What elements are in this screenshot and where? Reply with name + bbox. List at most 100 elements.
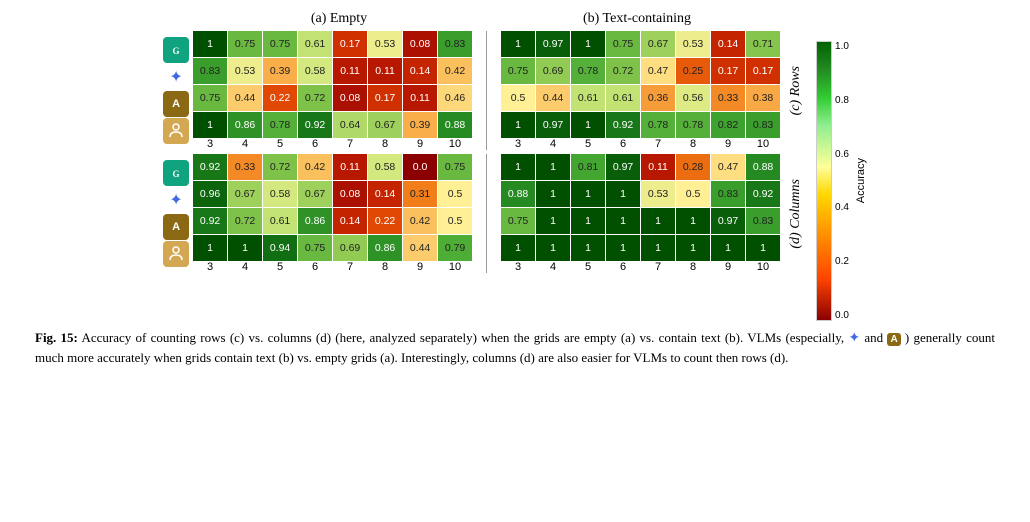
- heatmap-cell: 0.75: [438, 154, 472, 180]
- heatmap-cell: 0.97: [536, 31, 570, 57]
- heatmap-cell: 0.11: [333, 58, 367, 84]
- gemini-icon-inline: ✦: [848, 331, 860, 346]
- heatmap-cell: 0.08: [333, 85, 367, 111]
- heatmap-cell: 0.78: [676, 112, 710, 138]
- heatmap-cell: 0.86: [228, 112, 262, 138]
- heatmap-cell: 0.39: [263, 58, 297, 84]
- heatmap-cell: 0.42: [298, 154, 332, 180]
- icon-human-cols: [163, 241, 189, 267]
- heatmap-cell: 0.67: [228, 181, 262, 207]
- fig-label: Fig. 15:: [35, 330, 78, 345]
- x-axis-label: 5: [571, 138, 605, 150]
- claude-badge-inline: A: [887, 333, 900, 346]
- x-axis-label: 5: [263, 138, 297, 150]
- cols-text-heatmap: 110.810.970.110.280.470.880.881110.530.5…: [501, 154, 780, 273]
- x-axis-label: 10: [438, 138, 472, 150]
- rows-text-heatmap: 10.9710.750.670.530.140.710.750.690.780.…: [501, 31, 780, 150]
- charts-area: G ✦ A 10.750.750.610.170: [15, 31, 1015, 321]
- heatmap-cell: 0.78: [263, 112, 297, 138]
- x-axis-label: 6: [298, 261, 332, 273]
- heatmap-cell: 0.0: [403, 154, 437, 180]
- separator-cols: [486, 154, 487, 273]
- heatmap-cell: 0.14: [711, 31, 745, 57]
- heatmap-cell: 1: [536, 154, 570, 180]
- heatmap-cell: 0.11: [641, 154, 675, 180]
- heatmap-cell: 0.69: [536, 58, 570, 84]
- colorbar-labels: 1.00.80.60.40.20.0: [835, 41, 849, 321]
- x-axis-label: 9: [403, 261, 437, 273]
- heatmap-cell: 1: [606, 181, 640, 207]
- icon-chatgpt-cols: G: [163, 160, 189, 186]
- heatmap-cell: 0.61: [606, 85, 640, 111]
- heatmap-cell: 0.61: [263, 208, 297, 234]
- heatmap-cell: 0.78: [641, 112, 675, 138]
- heatmap-cell: 0.14: [403, 58, 437, 84]
- heatmap-cell: 0.96: [193, 181, 227, 207]
- heatmap-cell: 0.71: [746, 31, 780, 57]
- heatmap-cell: 0.22: [263, 85, 297, 111]
- heatmap-cell: 0.11: [368, 58, 402, 84]
- heatmap-cell: 1: [676, 208, 710, 234]
- x-axis-label: 4: [228, 138, 262, 150]
- heatmap-cell: 0.83: [438, 31, 472, 57]
- caption-text2: and: [864, 330, 887, 345]
- heatmap-cell: 1: [606, 208, 640, 234]
- heatmap-cell: 1: [501, 235, 535, 261]
- columns-section: G ✦ A 0.920.330.720.420.: [163, 154, 808, 273]
- x-axis-label: 7: [641, 261, 675, 273]
- x-axis-label: 9: [403, 138, 437, 150]
- main-container: (a) Empty (b) Text-containing G ✦: [15, 10, 1015, 367]
- heatmap-cell: 0.92: [746, 181, 780, 207]
- heatmap-cell: 0.08: [403, 31, 437, 57]
- colorbar-tick: 1.0: [835, 41, 849, 52]
- cols-icon-col: G ✦ A: [163, 160, 189, 267]
- heatmap-cell: 0.72: [263, 154, 297, 180]
- heatmap-cell: 1: [501, 112, 535, 138]
- heatmap-cell: 0.53: [641, 181, 675, 207]
- heatmap-cell: 1: [711, 235, 745, 261]
- heatmap-cell: 0.28: [676, 154, 710, 180]
- cols-empty-heatmap: 0.920.330.720.420.110.580.00.750.960.670…: [193, 154, 472, 273]
- x-axis-label: 8: [368, 138, 402, 150]
- rows-section: G ✦ A 10.750.750.610.170: [163, 31, 808, 150]
- heatmaps-section: G ✦ A 10.750.750.610.170: [163, 31, 808, 273]
- heatmap-cell: 1: [571, 181, 605, 207]
- x-axis-label: 4: [536, 138, 570, 150]
- x-axis-label: 6: [606, 138, 640, 150]
- heatmap-cell: 0.83: [746, 208, 780, 234]
- x-axis-label: 8: [368, 261, 402, 273]
- heatmap-cell: 0.44: [536, 85, 570, 111]
- heatmap-cell: 0.14: [368, 181, 402, 207]
- heatmap-cell: 0.17: [746, 58, 780, 84]
- heatmap-cell: 1: [193, 31, 227, 57]
- heatmap-cell: 0.82: [711, 112, 745, 138]
- heatmap-cell: 0.53: [368, 31, 402, 57]
- heatmap-cell: 0.92: [606, 112, 640, 138]
- heatmap-cell: 0.67: [368, 112, 402, 138]
- heatmap-cell: 0.97: [606, 154, 640, 180]
- heatmap-cell: 0.79: [438, 235, 472, 261]
- icon-human-rows: [163, 118, 189, 144]
- heatmap-cell: 0.88: [746, 154, 780, 180]
- heatmap-cell: 0.44: [403, 235, 437, 261]
- heatmap-cell: 1: [571, 235, 605, 261]
- x-axis-label: 3: [193, 138, 227, 150]
- heatmap-cell: 0.46: [438, 85, 472, 111]
- icon-chatgpt-rows: G: [163, 37, 189, 63]
- icon-gemini-rows: ✦: [163, 64, 189, 90]
- x-axis-label: 3: [193, 261, 227, 273]
- colorbar: [816, 41, 832, 321]
- heatmap-cell: 0.75: [501, 58, 535, 84]
- heatmap-cell: 0.69: [333, 235, 367, 261]
- heatmap-cell: 0.92: [193, 154, 227, 180]
- rows-text-x-labels: 345678910: [501, 138, 780, 150]
- heatmap-cell: 0.47: [711, 154, 745, 180]
- heatmap-cell: 0.83: [746, 112, 780, 138]
- x-axis-label: 4: [536, 261, 570, 273]
- separator-rows: [486, 31, 487, 150]
- heatmap-cell: 0.86: [368, 235, 402, 261]
- heatmap-cell: 0.83: [193, 58, 227, 84]
- heatmap-cell: 0.14: [333, 208, 367, 234]
- x-axis-label: 4: [228, 261, 262, 273]
- heatmap-cell: 0.17: [711, 58, 745, 84]
